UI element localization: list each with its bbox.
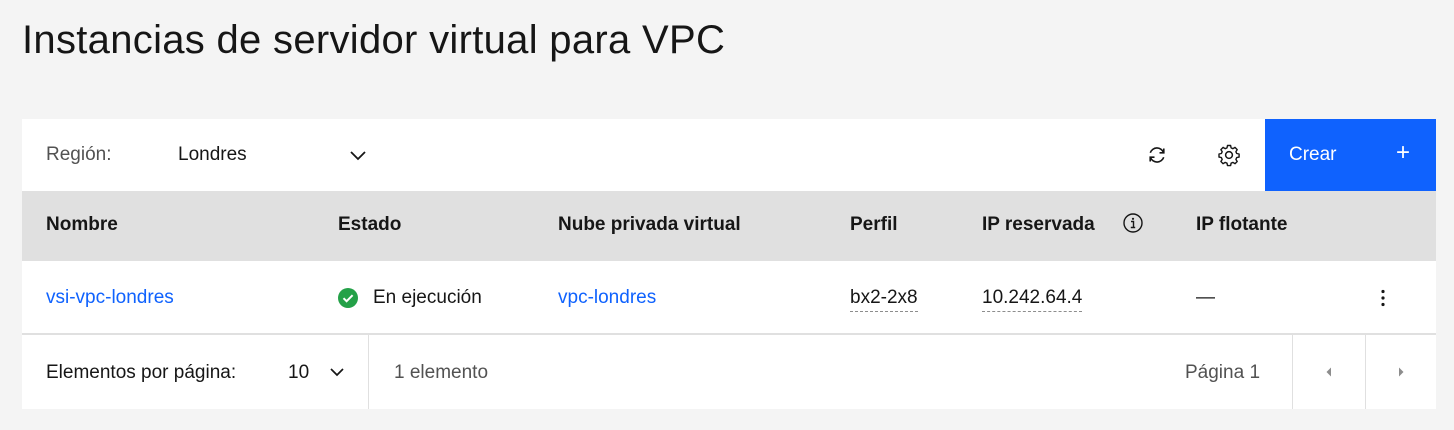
items-per-page-select[interactable]: 10	[284, 349, 350, 395]
column-header-vpc[interactable]: Nube privada virtual	[558, 214, 741, 236]
floating-ip-value: —	[1196, 287, 1215, 308]
vpc-link[interactable]: vpc-londres	[558, 287, 656, 309]
region-label: Región:	[46, 144, 112, 165]
status-text: En ejecución	[373, 287, 482, 308]
refresh-icon	[1149, 147, 1165, 163]
column-header-floating-ip[interactable]: IP flotante	[1196, 214, 1288, 236]
column-header-name[interactable]: Nombre	[46, 214, 118, 236]
profile-value[interactable]: bx2-2x8	[850, 287, 918, 312]
divider	[368, 335, 369, 409]
previous-page-button[interactable]	[1293, 335, 1365, 409]
chevron-down-icon	[330, 368, 344, 377]
refresh-button[interactable]	[1137, 135, 1177, 175]
caret-right-icon	[1399, 367, 1404, 377]
table-toolbar: Región: Londres Crear +	[22, 119, 1436, 191]
instance-name-link[interactable]: vsi-vpc-londres	[46, 287, 174, 309]
info-icon[interactable]	[1122, 212, 1144, 234]
overflow-menu-vertical-icon	[1381, 289, 1385, 307]
create-button-label: Crear	[1289, 144, 1337, 165]
item-count: 1 elemento	[394, 362, 489, 383]
table-settings-button[interactable]	[1209, 135, 1249, 175]
page-title: Instancias de servidor virtual para VPC	[22, 18, 726, 62]
plus-icon: +	[1395, 139, 1410, 166]
gear-icon	[1218, 144, 1240, 167]
pagination: Elementos por página: 10 1 elemento Pági…	[22, 335, 1436, 409]
caret-left-icon	[1326, 367, 1331, 377]
status-cell: En ejecución	[338, 287, 482, 309]
instances-panel: Región: Londres Crear + Nombre Estado Nu…	[22, 119, 1436, 409]
items-per-page-label: Elementos por página:	[46, 362, 237, 383]
checkmark-filled-icon	[338, 288, 358, 308]
table-row: vsi-vpc-londres En ejecución vpc-londres…	[22, 261, 1436, 335]
column-header-reserved-ip[interactable]: IP reservada	[982, 214, 1095, 236]
page-indicator: Página 1	[1185, 362, 1261, 383]
reserved-ip-value[interactable]: 10.242.64.4	[982, 287, 1083, 312]
table-header: Nombre Estado Nube privada virtual Perfi…	[22, 191, 1436, 261]
column-header-status[interactable]: Estado	[338, 214, 401, 236]
row-overflow-menu-button[interactable]	[1368, 281, 1398, 315]
column-header-profile[interactable]: Perfil	[850, 214, 898, 236]
chevron-down-icon	[350, 151, 366, 161]
next-page-button[interactable]	[1366, 335, 1436, 409]
items-per-page-value: 10	[288, 362, 310, 383]
create-button[interactable]: Crear +	[1265, 119, 1436, 191]
region-value: Londres	[178, 144, 247, 165]
region-dropdown[interactable]: Londres	[178, 133, 368, 177]
